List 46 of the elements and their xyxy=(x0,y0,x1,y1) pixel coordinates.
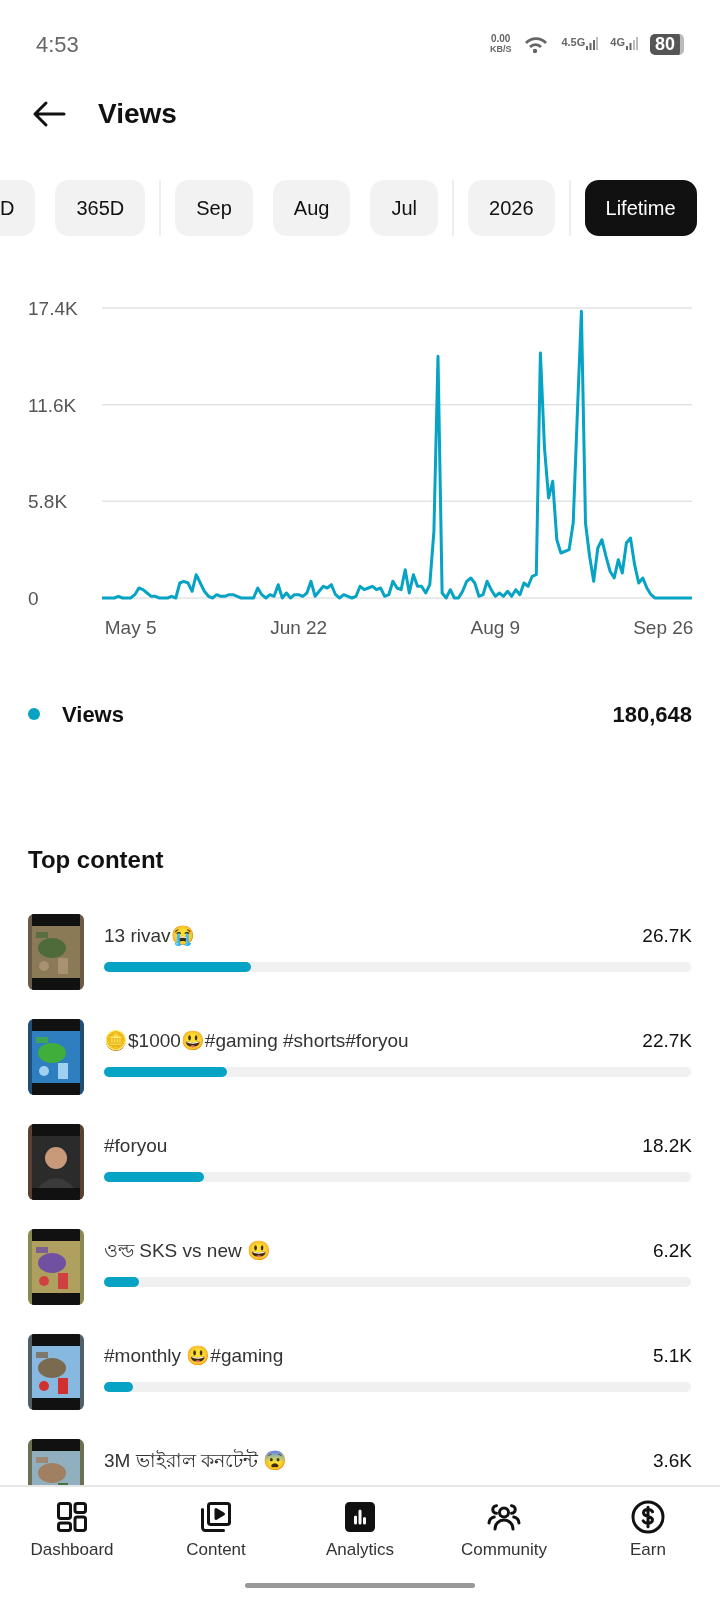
nav-tab[interactable]: Content xyxy=(144,1487,288,1575)
legend-label: Views xyxy=(62,700,125,729)
period-chip[interactable]: D xyxy=(0,180,36,236)
section-heading: Top content xyxy=(28,845,164,875)
nav-tab[interactable]: Earn xyxy=(576,1487,720,1575)
content-title[interactable]: #foryou xyxy=(104,1131,168,1161)
axis-label: May 5 xyxy=(104,617,157,638)
content-title[interactable]: ওল্ড SKS vs new 😃 xyxy=(104,1236,271,1266)
period-chip[interactable]: Sep xyxy=(175,180,253,236)
view-count: 18.2K xyxy=(642,1133,692,1158)
content-title[interactable]: 13 rivav😭 xyxy=(104,921,195,951)
content-title[interactable]: 🪙$1000😃#gaming #shorts#foryou xyxy=(104,1026,409,1056)
page-title: Views xyxy=(98,97,177,131)
back-arrow-icon[interactable] xyxy=(32,100,66,128)
battery-indicator: 80 xyxy=(649,33,684,55)
axis-label: 5.8K xyxy=(28,491,68,513)
speed-unit: KB/S xyxy=(489,44,512,55)
view-count: 22.7K xyxy=(642,1028,692,1053)
axis-label: Jun 22 xyxy=(270,617,328,638)
content-title[interactable]: #monthly 😃#gaming xyxy=(104,1341,284,1371)
period-chip[interactable]: Aug xyxy=(272,180,351,236)
period-chip[interactable]: 365D xyxy=(55,180,146,236)
period-chip[interactable]: 2026 xyxy=(468,180,555,236)
period-chip[interactable]: Jul xyxy=(370,180,439,236)
content-title[interactable]: 3M ভাইরাল কনটেন্ট 😨 xyxy=(104,1446,288,1476)
network-label: 4.5G xyxy=(561,37,586,48)
speed-value: 0.00 xyxy=(490,33,511,44)
axis-label: 0 xyxy=(28,588,39,609)
view-count: 5.1K xyxy=(652,1343,692,1368)
axis-label: 17.4K xyxy=(28,298,78,319)
view-count: 26.7K xyxy=(642,923,692,948)
signal-icon xyxy=(625,37,638,51)
axis-label: Sep 26 xyxy=(633,617,694,638)
axis-label: Aug 9 xyxy=(470,617,521,638)
clock-time: 4:53 xyxy=(36,30,79,59)
nav-tab[interactable]: Dashboard xyxy=(0,1487,144,1575)
view-count: 3.6K xyxy=(652,1448,692,1473)
wifi-icon xyxy=(523,34,550,54)
network-label: 4G xyxy=(610,37,625,48)
nav-tab[interactable]: Community xyxy=(432,1487,576,1575)
period-chip[interactable]: Lifetime xyxy=(584,180,697,236)
signal-icon xyxy=(586,37,599,51)
total-views: 180,648 xyxy=(612,700,692,729)
view-count: 6.2K xyxy=(652,1238,692,1263)
nav-tab[interactable]: Analytics xyxy=(288,1487,432,1575)
axis-label: 11.6K xyxy=(28,394,77,416)
